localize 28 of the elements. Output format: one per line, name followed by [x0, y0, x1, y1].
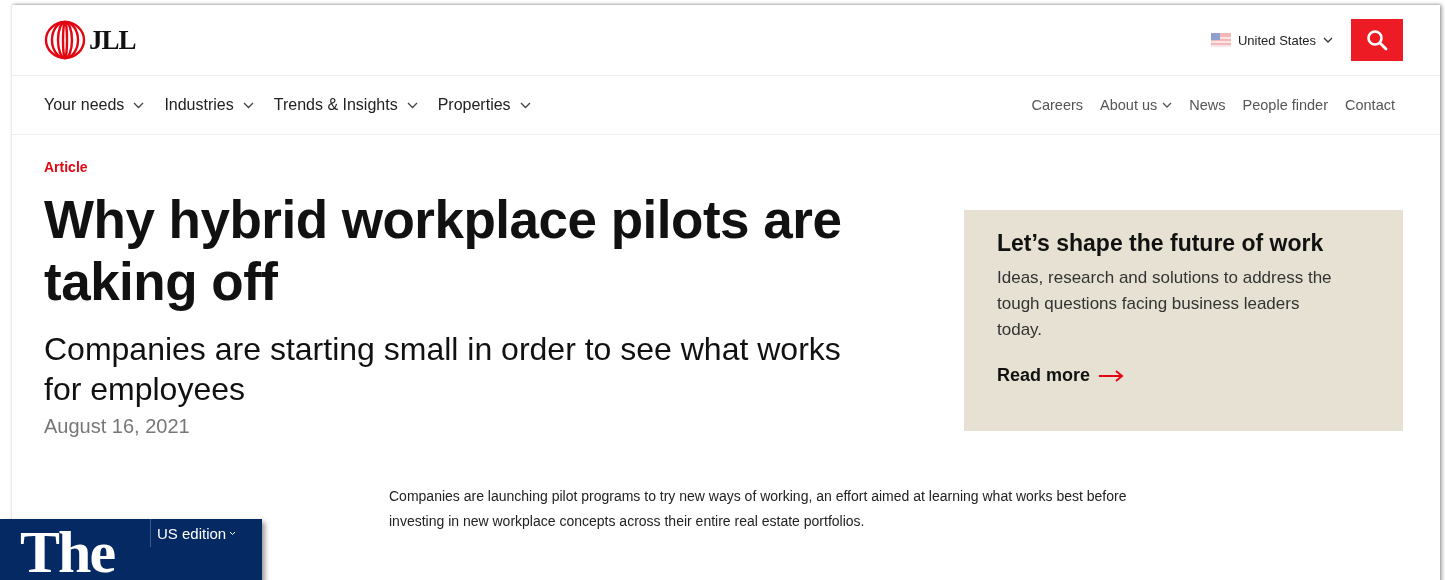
caret-icon — [229, 530, 237, 536]
nav-link[interactable]: People finder — [1242, 97, 1328, 113]
nav-link[interactable]: News — [1189, 97, 1226, 113]
promo-text: Ideas, research and solutions to address the tough questions facing business leaders today. — [997, 267, 1333, 341]
nav-link[interactable]: Contact — [1345, 97, 1395, 113]
promo-title: Let’s shape the future of work — [997, 230, 1325, 257]
article-category: Article — [44, 159, 89, 175]
nav-menu-item[interactable]: Your needs — [44, 96, 145, 114]
edition-selector[interactable]: US edition — [150, 519, 243, 547]
region-selector[interactable]: United States — [1210, 32, 1333, 48]
article-date: August 16, 2021 — [44, 415, 191, 438]
article-subtitle: Companies are starting small in order to see what works for employees — [44, 330, 842, 409]
search-button[interactable] — [1351, 19, 1403, 61]
nav-menu-item[interactable]: Trends & Insights — [273, 96, 418, 114]
nav-menu-item[interactable]: Properties — [437, 96, 531, 114]
caret-icon — [1323, 37, 1333, 43]
nav-menu-item[interactable]: Industries — [164, 96, 254, 114]
newspaper-logo[interactable]: The — [20, 519, 115, 580]
article-intro: Companies are launching pilot programs to try new ways of working, an effort aimed at learning what works best before investing in new workplace concepts across their entire real estate portfolios. — [389, 487, 1128, 531]
nav-link[interactable]: About us — [1100, 97, 1173, 113]
nav-link[interactable]: Careers — [1031, 97, 1084, 113]
arrow-icon — [1098, 369, 1125, 382]
search-icon — [1366, 29, 1388, 51]
flag-icon — [1210, 33, 1231, 47]
read-more-link[interactable]: Read more — [997, 365, 1125, 386]
logo-text[interactable]: JLL — [89, 24, 136, 56]
logo-icon[interactable] — [44, 20, 86, 60]
article-title: Why hybrid workplace pilots are taking off — [44, 189, 843, 313]
